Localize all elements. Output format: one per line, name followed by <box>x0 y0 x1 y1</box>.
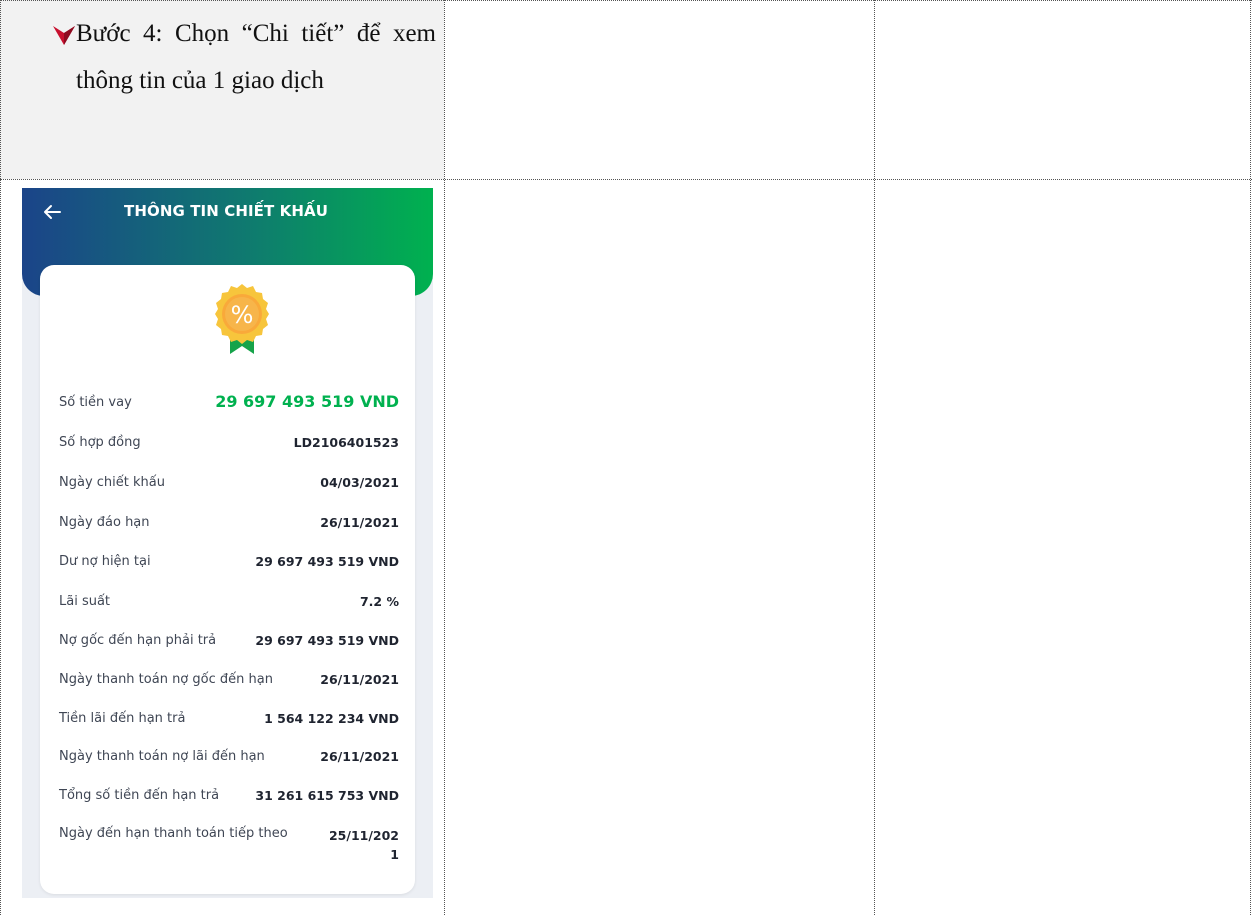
table-divider-right <box>1250 0 1251 915</box>
table-divider-row <box>0 179 1252 180</box>
detail-row: Dư nợ hiện tại 29 697 493 519 VND <box>59 554 399 578</box>
arrow-bullet-icon <box>53 26 75 45</box>
detail-value: 26/11/2021 <box>320 515 399 530</box>
detail-row: Ngày đáo hạn 26/11/2021 <box>59 515 399 539</box>
detail-value: 31 261 615 753 VND <box>255 788 399 803</box>
detail-row: Số tiền vay 29 697 493 519 VND <box>59 392 399 419</box>
table-divider-col-1 <box>444 0 445 915</box>
table-divider-top <box>0 0 1252 1</box>
detail-label: Tổng số tiền đến hạn trả <box>59 788 220 803</box>
detail-row: Ngày đến hạn thanh toán tiếp theo 25/11/2… <box>59 826 399 862</box>
detail-row: Tiền lãi đến hạn trả 1 564 122 234 VND <box>59 711 399 735</box>
detail-value: 26/11/2021 <box>320 749 399 764</box>
back-arrow-icon[interactable] <box>40 200 64 224</box>
detail-label: Ngày thanh toán nợ lãi đến hạn <box>59 749 265 764</box>
discount-info-screen: THÔNG TIN CHIẾT KHẤU % Số tiền vay 29 697… <box>22 188 433 898</box>
detail-row: Nợ gốc đến hạn phải trả 29 697 493 519 VN… <box>59 633 399 657</box>
detail-value: 04/03/2021 <box>320 475 399 490</box>
detail-label: Lãi suất <box>59 594 111 609</box>
instruction-cell: Bước 4: Chọn “Chi tiết” để xem thông tin… <box>0 0 444 179</box>
detail-value: 1 564 122 234 VND <box>264 711 399 726</box>
detail-label: Số hợp đồng <box>59 435 141 450</box>
step-instruction-text: Bước 4: Chọn “Chi tiết” để xem thông tin… <box>76 20 436 94</box>
detail-value: 25/11/2021 <box>328 828 399 862</box>
detail-label: Nợ gốc đến hạn phải trả <box>59 633 217 648</box>
screen-title: THÔNG TIN CHIẾT KHẤU <box>124 202 329 220</box>
detail-value: 29 697 493 519 VND <box>255 554 399 569</box>
detail-row: Ngày thanh toán nợ lãi đến hạn 26/11/2021 <box>59 749 399 773</box>
detail-value: 7.2 % <box>359 594 399 609</box>
loan-amount-value: 29 697 493 519 VND <box>215 392 399 411</box>
table-divider-left <box>0 0 1 915</box>
details-card: % Số tiền vay 29 697 493 519 VND Số hợp đồ… <box>40 265 415 894</box>
detail-label: Tiền lãi đến hạn trả <box>59 711 186 726</box>
detail-label: Ngày thanh toán nợ gốc đến hạn <box>59 672 273 687</box>
detail-row: Ngày thanh toán nợ gốc đến hạn 26/11/2021 <box>59 672 399 696</box>
detail-label: Số tiền vay <box>59 395 132 410</box>
detail-value: LD2106401523 <box>293 435 399 450</box>
detail-label: Ngày đáo hạn <box>59 515 150 530</box>
detail-label: Dư nợ hiện tại <box>59 554 151 569</box>
detail-label: Ngày đến hạn thanh toán tiếp theo <box>59 826 288 841</box>
detail-row: Tổng số tiền đến hạn trả 31 261 615 753 V… <box>59 788 399 812</box>
table-divider-col-2 <box>874 0 875 915</box>
detail-label: Ngày chiết khấu <box>59 475 165 490</box>
detail-row: Số hợp đồng LD2106401523 <box>59 435 399 459</box>
svg-text:%: % <box>231 301 254 329</box>
detail-value: 26/11/2021 <box>320 672 399 687</box>
percent-badge-icon: % <box>215 284 269 354</box>
detail-row: Lãi suất 7.2 % <box>59 594 399 618</box>
detail-row: Ngày chiết khấu 04/03/2021 <box>59 475 399 499</box>
detail-value: 29 697 493 519 VND <box>255 633 399 648</box>
